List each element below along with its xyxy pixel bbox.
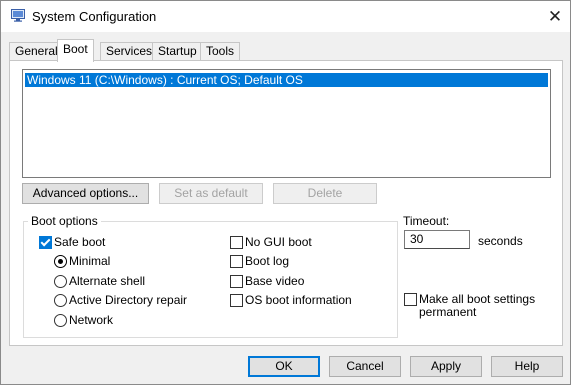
safe-boot-checkbox[interactable] — [39, 236, 52, 249]
boot-log-label: Boot log — [245, 254, 290, 268]
no-gui-boot-checkbox[interactable] — [230, 236, 243, 249]
system-configuration-window: System Configuration ✕ General Boot Serv… — [0, 0, 571, 385]
apply-button[interactable]: Apply — [410, 356, 482, 377]
base-video-label: Base video — [245, 274, 305, 288]
tab-tools[interactable]: Tools — [200, 42, 241, 60]
boot-entries-list[interactable]: Windows 11 (C:\Windows) : Current OS; De… — [22, 69, 551, 178]
alternate-shell-label: Alternate shell — [69, 274, 146, 288]
window-title: System Configuration — [32, 9, 157, 24]
tab-general[interactable]: General — [9, 42, 64, 60]
set-as-default-button[interactable]: Set as default — [159, 183, 263, 204]
safe-boot-label: Safe boot — [54, 235, 106, 249]
network-radio[interactable] — [54, 314, 67, 327]
make-permanent-label-line2: permanent — [419, 305, 477, 319]
title-bar: System Configuration ✕ — [1, 1, 570, 32]
timeout-label: Timeout: — [403, 214, 450, 228]
advanced-options-button[interactable]: Advanced options... — [22, 183, 149, 204]
tab-startup[interactable]: Startup — [152, 42, 203, 60]
close-button[interactable]: ✕ — [541, 3, 569, 31]
make-permanent-checkbox[interactable] — [404, 293, 417, 306]
cancel-button[interactable]: Cancel — [329, 356, 401, 377]
list-item[interactable]: Windows 11 (C:\Windows) : Current OS; De… — [25, 73, 548, 87]
os-boot-information-label: OS boot information — [245, 293, 352, 307]
active-directory-repair-radio[interactable] — [54, 294, 67, 307]
close-icon: ✕ — [547, 7, 563, 26]
tab-services[interactable]: Services — [100, 42, 159, 60]
tab-boot[interactable]: Boot — [57, 39, 94, 62]
minimal-label: Minimal — [69, 254, 111, 268]
help-button[interactable]: Help — [491, 356, 563, 377]
minimal-radio[interactable] — [54, 255, 67, 268]
network-label: Network — [69, 313, 114, 327]
delete-button[interactable]: Delete — [273, 183, 377, 204]
base-video-checkbox[interactable] — [230, 275, 243, 288]
active-directory-repair-label: Active Directory repair — [69, 293, 188, 307]
os-boot-information-checkbox[interactable] — [230, 294, 243, 307]
timeout-input[interactable]: 30 — [404, 230, 470, 249]
ok-button[interactable]: OK — [248, 356, 320, 377]
no-gui-boot-label: No GUI boot — [245, 235, 312, 249]
alternate-shell-radio[interactable] — [54, 275, 67, 288]
boot-options-title: Boot options — [28, 214, 101, 228]
make-permanent-label-line1: Make all boot settings — [419, 292, 536, 306]
msconfig-app-icon — [11, 9, 25, 22]
boot-log-checkbox[interactable] — [230, 255, 243, 268]
timeout-unit-label: seconds — [478, 234, 523, 248]
